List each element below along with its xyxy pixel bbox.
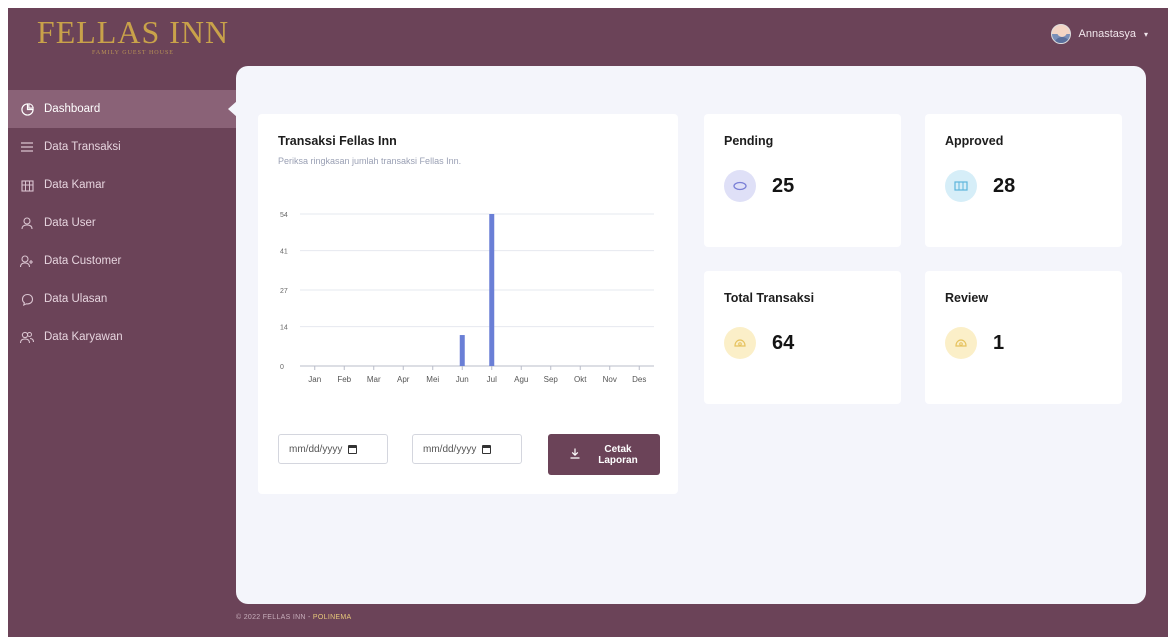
user-plus-icon <box>20 254 34 268</box>
chart-x-tick-label: Apr <box>397 375 410 384</box>
calendar-icon[interactable] <box>482 444 492 454</box>
chart-x-tick-label: Sep <box>544 375 559 384</box>
sidebar-item-label: Data Transaksi <box>44 141 121 153</box>
footer-copyright: © 2022 FELLAS INN - <box>236 614 313 621</box>
money-icon <box>945 327 977 359</box>
stat-title: Approved <box>945 134 1004 148</box>
print-report-label-line1: Cetak <box>604 443 632 455</box>
brand-logo[interactable]: FELLAS INN FAMILY GUEST HOUSE <box>28 14 238 56</box>
list-icon <box>20 140 34 154</box>
chart-card-title: Transaksi Fellas Inn <box>278 134 397 148</box>
sidebar-item-label: Data Customer <box>44 255 122 267</box>
sidebar-item-data-kamar[interactable]: Data Kamar <box>8 166 236 204</box>
sidebar-item-label: Data Kamar <box>44 179 106 191</box>
sidebar-item-label: Data Ulasan <box>44 293 108 305</box>
chart-y-tick-label: 0 <box>280 364 284 371</box>
sidebar-item-label: Dashboard <box>44 103 101 115</box>
chart-bar-jun <box>459 335 465 366</box>
chart-x-tick-label: Jun <box>456 375 469 384</box>
table-icon <box>945 170 977 202</box>
end-date-input[interactable]: mm/dd/yyyy <box>412 434 522 464</box>
sidebar-item-data-ulasan[interactable]: Data Ulasan <box>8 280 236 318</box>
chart-x-tick-label: Agu <box>514 375 528 384</box>
footer-link[interactable]: POLINEMA <box>313 614 352 621</box>
money-icon <box>724 327 756 359</box>
chart-card-subtitle: Periksa ringkasan jumlah transaksi Fella… <box>278 156 462 166</box>
sidebar-item-dashboard[interactable]: Dashboard <box>8 90 237 128</box>
stat-value: 64 <box>772 331 795 354</box>
chart-x-tick-label: Feb <box>337 375 351 384</box>
brand-name: FELLAS INN <box>36 14 230 50</box>
stat-value: 25 <box>772 174 795 197</box>
start-date-input[interactable]: mm/dd/yyyy <box>278 434 388 464</box>
users-icon <box>20 330 34 344</box>
chart-bar-jul <box>489 214 495 366</box>
sidebar-item-data-user[interactable]: Data User <box>8 204 236 242</box>
user-menu[interactable]: Annastasya ▾ <box>1050 24 1148 44</box>
bed-icon <box>20 178 34 192</box>
sidebar-item-label: Data User <box>44 217 96 229</box>
user-icon <box>20 216 34 230</box>
download-icon <box>570 448 580 462</box>
chart-x-tick-label: Jan <box>308 375 321 384</box>
sidebar-item-data-customer[interactable]: Data Customer <box>8 242 236 280</box>
chart-x-tick-label: Mar <box>367 375 381 384</box>
stat-value: 28 <box>993 174 1016 197</box>
stat-card-approved: Approved 28 <box>925 114 1122 247</box>
stat-card-total-transaksi: Total Transaksi 64 <box>704 271 901 404</box>
bar-chart: 0 14 27 41 54 Jan Feb Mar Apr Mei Jun Jul Agu Sep Okt N… <box>280 212 654 384</box>
pie-chart-icon <box>20 102 34 116</box>
stat-title: Review <box>945 291 989 305</box>
footer: © 2022 FELLAS INN - POLINEMA <box>236 614 352 621</box>
print-report-button[interactable]: Cetak Laporan <box>548 434 660 475</box>
chart-x-tick-label: Des <box>632 375 646 384</box>
stat-title: Total Transaksi <box>724 291 815 305</box>
chart-y-tick-label: 14 <box>280 325 288 332</box>
chart-x-tick-label: Mei <box>426 375 439 384</box>
sidebar-item-data-transaksi[interactable]: Data Transaksi <box>8 128 236 166</box>
brand-tagline: FAMILY GUEST HOUSE <box>92 50 174 56</box>
stat-value: 1 <box>993 331 1005 354</box>
stat-card-review: Review 1 <box>925 271 1122 404</box>
sidebar-item-label: Data Karyawan <box>44 331 123 343</box>
chart-x-tick-label: Jul <box>487 375 497 384</box>
calendar-icon[interactable] <box>348 444 358 454</box>
user-name: Annastasya <box>1078 28 1136 40</box>
chart-x-tick-label: Nov <box>603 375 617 384</box>
chat-bubble-icon <box>20 292 34 306</box>
main-panel: Transaksi Fellas Inn Periksa ringkasan j… <box>236 66 1146 604</box>
chart-y-tick-label: 54 <box>280 212 288 219</box>
chevron-down-icon: ▾ <box>1143 29 1148 39</box>
cloud-icon <box>724 170 756 202</box>
print-report-label-line2: Laporan <box>598 454 638 466</box>
transaction-chart-card: Transaksi Fellas Inn Periksa ringkasan j… <box>258 114 678 494</box>
start-date-placeholder: mm/dd/yyyy <box>289 443 343 455</box>
chart-y-tick-label: 41 <box>280 249 288 256</box>
sidebar-item-data-karyawan[interactable]: Data Karyawan <box>8 318 236 356</box>
chart-x-tick-label: Okt <box>574 375 587 384</box>
stat-title: Pending <box>724 134 774 148</box>
end-date-placeholder: mm/dd/yyyy <box>423 443 477 455</box>
chart-y-tick-label: 27 <box>280 288 288 295</box>
stat-card-pending: Pending 25 <box>704 114 901 247</box>
sidebar: Dashboard Data Transaksi Data Kamar Data… <box>8 90 237 356</box>
avatar[interactable] <box>1050 24 1071 44</box>
print-report-label: Cetak Laporan <box>598 444 637 466</box>
